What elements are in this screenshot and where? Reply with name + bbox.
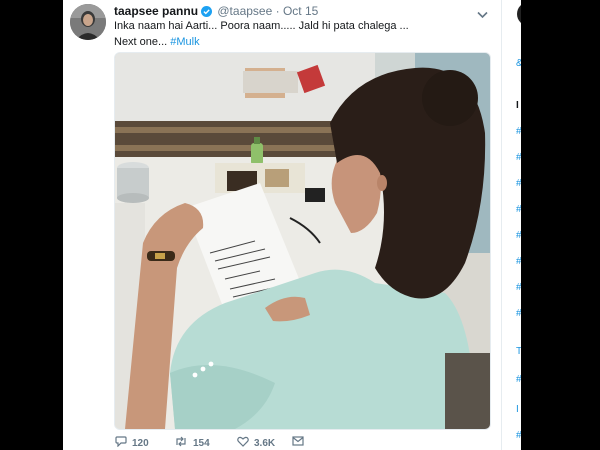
- right-sidebar-edge: & I # # # # # # # # T # I #: [501, 0, 522, 450]
- retweet-button[interactable]: 154: [174, 436, 210, 450]
- display-name[interactable]: taapsee pannu: [114, 4, 198, 18]
- retweet-count: 154: [193, 437, 210, 449]
- hashtag-link[interactable]: #Mulk: [170, 36, 199, 48]
- side-heading-fragment: I: [516, 100, 519, 111]
- tweet-timestamp[interactable]: Oct 15: [283, 4, 318, 18]
- side-trend-fragment[interactable]: I: [516, 404, 519, 415]
- message-button[interactable]: [292, 436, 304, 449]
- heart-icon: [237, 436, 249, 450]
- reply-count: 120: [132, 437, 149, 449]
- chevron-down-icon[interactable]: [477, 6, 488, 24]
- reply-button[interactable]: 120: [115, 436, 149, 450]
- tweet-card: taapsee pannu @taapsee · Oct 15 Inka naa…: [63, 0, 501, 450]
- user-handle[interactable]: @taapsee: [217, 4, 272, 18]
- tweet-photo[interactable]: [114, 52, 491, 430]
- like-count: 3.6K: [254, 437, 276, 449]
- left-black-border: [0, 0, 63, 450]
- separator-dot: ·: [275, 4, 280, 18]
- tweet-text-line-2: Next one... #Mulk: [114, 34, 409, 50]
- retweet-icon: [174, 436, 188, 450]
- photo-illustration: [115, 53, 490, 429]
- right-black-border: [521, 0, 600, 450]
- like-button[interactable]: 3.6K: [237, 436, 275, 450]
- tweet-text-prefix: Next one...: [114, 36, 168, 48]
- envelope-icon: [292, 436, 304, 449]
- avatar[interactable]: [70, 4, 106, 40]
- reply-icon: [115, 436, 127, 450]
- tweet-text: Inka naam hai Aarti... Poora naam..... J…: [114, 18, 409, 50]
- tweet-text-line-1: Inka naam hai Aarti... Poora naam..... J…: [114, 20, 409, 32]
